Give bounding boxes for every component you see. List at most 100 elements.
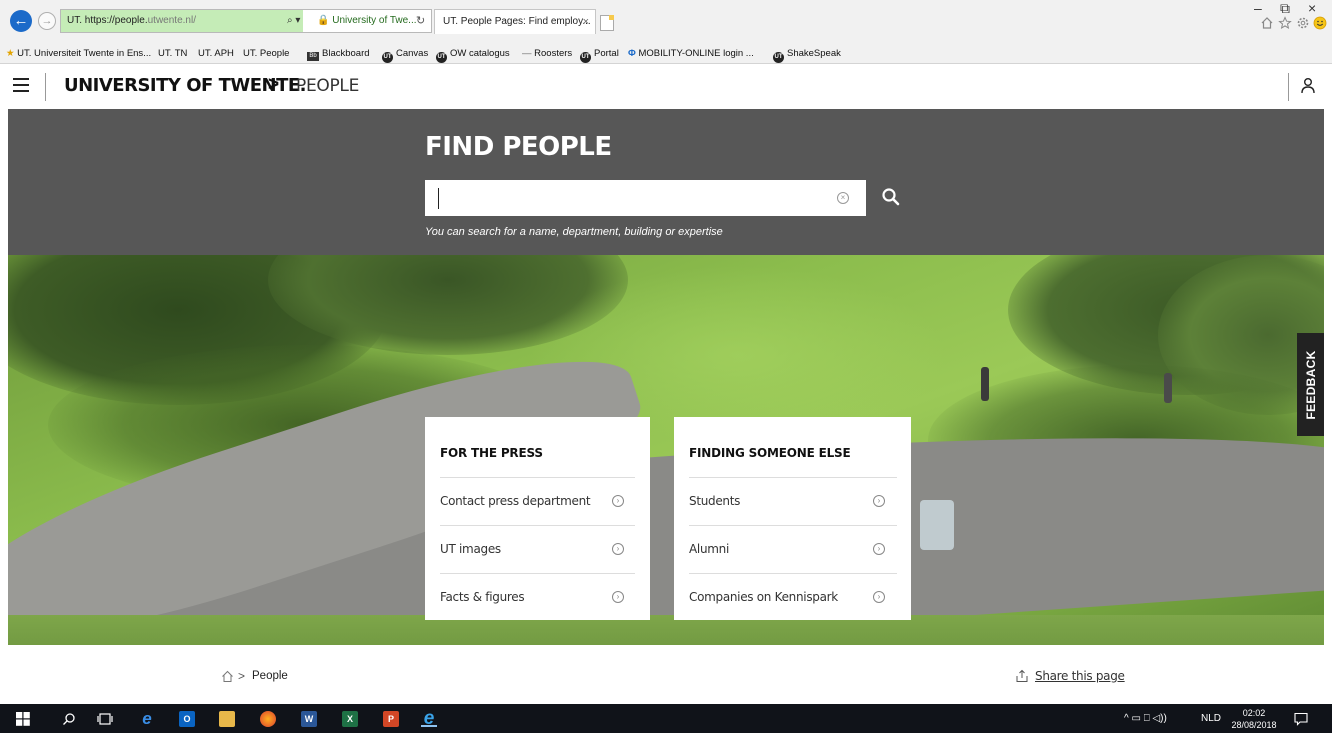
- favorite-ut-people[interactable]: UT. People: [243, 44, 289, 63]
- feedback-tab[interactable]: FEEDBACK: [1297, 333, 1324, 436]
- new-tab-button[interactable]: [600, 15, 614, 31]
- outlook-icon[interactable]: O: [179, 711, 195, 727]
- favorite-label: MOBILITY-ONLINE login ...: [638, 48, 754, 59]
- favorite-ut-aph[interactable]: UT. APH: [198, 44, 234, 63]
- hero-campus-image: [8, 255, 1324, 645]
- window-minimize-button[interactable]: –: [1254, 0, 1262, 16]
- clock[interactable]: 02:02 28/08/2018: [1230, 707, 1278, 731]
- system-tray-icons[interactable]: ^ ▭ ⎕ ◁)): [1124, 704, 1167, 733]
- internet-explorer-icon[interactable]: e: [421, 709, 437, 728]
- favorite-label: Roosters: [534, 48, 573, 59]
- tab-title: UT. People Pages: Find employ...: [443, 16, 591, 27]
- card-title: FOR THE PRESS: [440, 446, 543, 460]
- section-title[interactable]: PEOPLE: [296, 76, 359, 96]
- link-label: Contact press department: [440, 494, 591, 508]
- mobility-icon: Φ: [628, 48, 636, 59]
- link-label: Students: [689, 494, 741, 508]
- search-icon[interactable]: [62, 712, 76, 726]
- site-header: UNIVERSITY OF TWENTE. > PEOPLE: [0, 65, 1332, 109]
- link-label: Alumni: [689, 542, 729, 556]
- clear-search-icon[interactable]: ×: [837, 192, 849, 204]
- back-button[interactable]: ←: [10, 10, 32, 32]
- user-account-icon[interactable]: [1300, 77, 1316, 95]
- word-icon[interactable]: W: [301, 711, 317, 727]
- favorite-shakespeak[interactable]: UT ShakeSpeak: [773, 44, 841, 63]
- card-finding-someone-else: FINDING SOMEONE ELSE Students › Alumni ›…: [674, 417, 911, 620]
- forward-button[interactable]: →: [38, 12, 56, 30]
- chevron-right-icon: ›: [612, 495, 624, 507]
- link-ut-images[interactable]: UT images ›: [440, 526, 635, 574]
- favorite-blackboard[interactable]: Bb Blackboard: [307, 44, 370, 63]
- text-caret: [438, 188, 439, 209]
- favorite-ut-tn[interactable]: UT. TN: [158, 44, 187, 63]
- ut-badge-icon: UT: [580, 52, 591, 63]
- link-companies-on-kennispark[interactable]: Companies on Kennispark ›: [689, 574, 897, 622]
- favorite-label: Blackboard: [322, 48, 370, 59]
- favorite-portal[interactable]: UT Portal: [580, 44, 619, 63]
- excel-icon[interactable]: X: [342, 711, 358, 727]
- star-folder-icon: ★: [6, 48, 15, 59]
- link-students[interactable]: Students ›: [689, 478, 897, 526]
- search-hint: You can search for a name, department, b…: [425, 226, 723, 238]
- input-language[interactable]: NLD: [1201, 704, 1221, 733]
- chevron-right-icon: ›: [873, 591, 885, 603]
- share-icon[interactable]: [1015, 669, 1029, 683]
- chevron-right-icon: ›: [873, 495, 885, 507]
- favorite-label: Canvas: [396, 48, 429, 59]
- favorites-star-icon[interactable]: [1278, 16, 1292, 30]
- windows-start-icon[interactable]: [16, 712, 30, 726]
- chevron-right-icon: ›: [873, 543, 885, 555]
- file-explorer-icon[interactable]: [219, 711, 235, 727]
- favorite-mobility-online[interactable]: Φ MOBILITY-ONLINE login ...: [628, 44, 754, 63]
- firefox-icon[interactable]: [260, 711, 276, 727]
- address-url-prefix: UT. https://people.: [67, 15, 148, 26]
- tab-close-icon[interactable]: ×: [583, 10, 589, 34]
- link-label: Facts & figures: [440, 590, 525, 604]
- edge-icon[interactable]: e: [139, 710, 155, 727]
- favorite-label: ShakeSpeak: [787, 48, 841, 59]
- feedback-label: FEEDBACK: [1303, 349, 1318, 420]
- card-title: FINDING SOMEONE ELSE: [689, 446, 851, 460]
- ut-badge-icon: UT: [382, 52, 393, 63]
- dash-icon: —: [522, 48, 532, 59]
- browser-tab-active[interactable]: UT. People Pages: Find employ... ×: [434, 9, 596, 34]
- site-identity[interactable]: 🔒 University of Twe...: [317, 10, 417, 32]
- ut-badge-icon: UT: [773, 52, 784, 63]
- favorite-roosters[interactable]: — Roosters: [522, 44, 572, 63]
- clock-time: 02:02: [1242, 708, 1266, 718]
- home-icon[interactable]: [221, 670, 234, 683]
- window-close-button[interactable]: ×: [1308, 0, 1316, 16]
- address-bar[interactable]: UT. https://people.utwente.nl/ ⌕ ▾ 🔒 Uni…: [60, 9, 432, 33]
- home-icon[interactable]: [1260, 16, 1274, 30]
- clock-date: 28/08/2018: [1231, 720, 1277, 730]
- share-this-page-link[interactable]: Share this page: [1035, 669, 1125, 683]
- smiley-feedback-icon[interactable]: [1313, 16, 1327, 30]
- favorites-bar: ★ UT. Universiteit Twente in Ens... UT. …: [0, 44, 1332, 64]
- refresh-icon[interactable]: ↻: [416, 10, 425, 32]
- card-for-the-press: FOR THE PRESS Contact press department ›…: [425, 417, 650, 620]
- favorite-ow-catalogus[interactable]: UT OW catalogus: [436, 44, 510, 63]
- header-separator: >: [268, 74, 280, 95]
- favorite-label: Portal: [594, 48, 619, 59]
- link-contact-press-department[interactable]: Contact press department ›: [440, 478, 635, 526]
- address-url[interactable]: UT. https://people.utwente.nl/: [61, 10, 303, 32]
- header-divider: [45, 73, 46, 101]
- notifications-icon[interactable]: [1294, 712, 1308, 726]
- settings-gear-icon[interactable]: [1296, 16, 1310, 30]
- link-alumni[interactable]: Alumni ›: [689, 526, 897, 574]
- chevron-right-icon: ›: [612, 543, 624, 555]
- link-facts-figures[interactable]: Facts & figures ›: [440, 574, 635, 622]
- task-view-icon[interactable]: [97, 712, 113, 726]
- powerpoint-icon[interactable]: P: [383, 711, 399, 727]
- hamburger-menu-icon[interactable]: [13, 78, 29, 92]
- search-icon[interactable]: [878, 184, 904, 210]
- breadcrumb-separator: >: [238, 669, 246, 683]
- search-dropdown-icon[interactable]: ⌕ ▾: [287, 10, 300, 32]
- address-url-domain: utwente.nl/: [147, 15, 196, 26]
- people-search-input[interactable]: [425, 180, 866, 216]
- favorite-canvas[interactable]: UT Canvas: [382, 44, 428, 63]
- blackboard-icon: Bb: [307, 52, 319, 61]
- page-title: FIND PEOPLE: [425, 132, 612, 162]
- favorite-ut-universiteit[interactable]: ★ UT. Universiteit Twente in Ens...: [6, 44, 151, 63]
- window-restore-button[interactable]: ⧉: [1280, 0, 1290, 17]
